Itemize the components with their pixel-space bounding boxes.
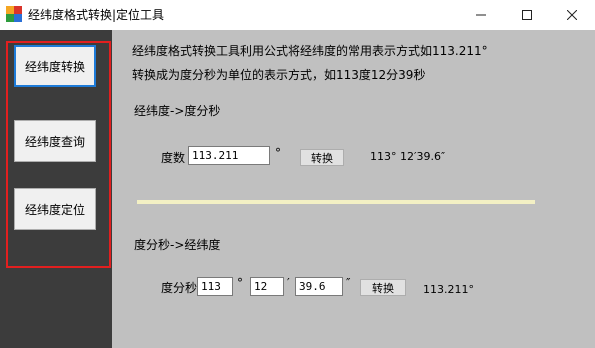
min-unit: ′ (287, 276, 290, 290)
close-icon (567, 10, 577, 20)
degree-input[interactable]: 113.211 (188, 146, 270, 165)
dms-label: 度分秒 (161, 281, 198, 295)
title-bar: 经纬度格式转换|定位工具 (0, 0, 595, 30)
maximize-button[interactable] (504, 0, 550, 30)
intro-line-2: 转换成为度分秒为单位的表示方式，如113度12分39秒 (132, 68, 426, 82)
deg-input[interactable]: 113 (197, 277, 233, 296)
sec-input[interactable]: 39.6 (295, 277, 343, 296)
sec-unit: ″ (346, 276, 351, 290)
deg-unit: ° (237, 276, 243, 290)
intro-line-1: 经纬度格式转换工具利用公式将经纬度的常用表示方式如113.211° (132, 44, 488, 58)
convert-to-decimal-button[interactable]: 转换 (360, 279, 406, 296)
section1-title: 经纬度->度分秒 (134, 104, 221, 118)
maximize-icon (522, 10, 532, 20)
minimize-button[interactable] (458, 0, 504, 30)
window-title: 经纬度格式转换|定位工具 (28, 8, 165, 22)
section2-title: 度分秒->经纬度 (134, 238, 221, 252)
nav-button-convert[interactable]: 经纬度转换 (14, 45, 96, 87)
dms-result: 113° 12′39.6″ (370, 150, 446, 163)
app-icon (6, 6, 22, 22)
section-divider (137, 200, 535, 204)
degree-unit: ° (275, 146, 281, 160)
close-button[interactable] (549, 0, 595, 30)
convert-to-dms-button[interactable]: 转换 (300, 149, 344, 166)
degree-label: 度数 (161, 151, 186, 165)
min-input[interactable]: 12 (250, 277, 284, 296)
main-panel: 经纬度格式转换工具利用公式将经纬度的常用表示方式如113.211° 转换成为度分… (112, 30, 595, 348)
nav-button-query[interactable]: 经纬度查询 (14, 120, 96, 162)
minimize-icon (476, 14, 486, 16)
decimal-result: 113.211° (423, 283, 474, 296)
sidebar: 经纬度转换 经纬度查询 经纬度定位 (0, 30, 112, 348)
nav-button-locate[interactable]: 经纬度定位 (14, 188, 96, 230)
